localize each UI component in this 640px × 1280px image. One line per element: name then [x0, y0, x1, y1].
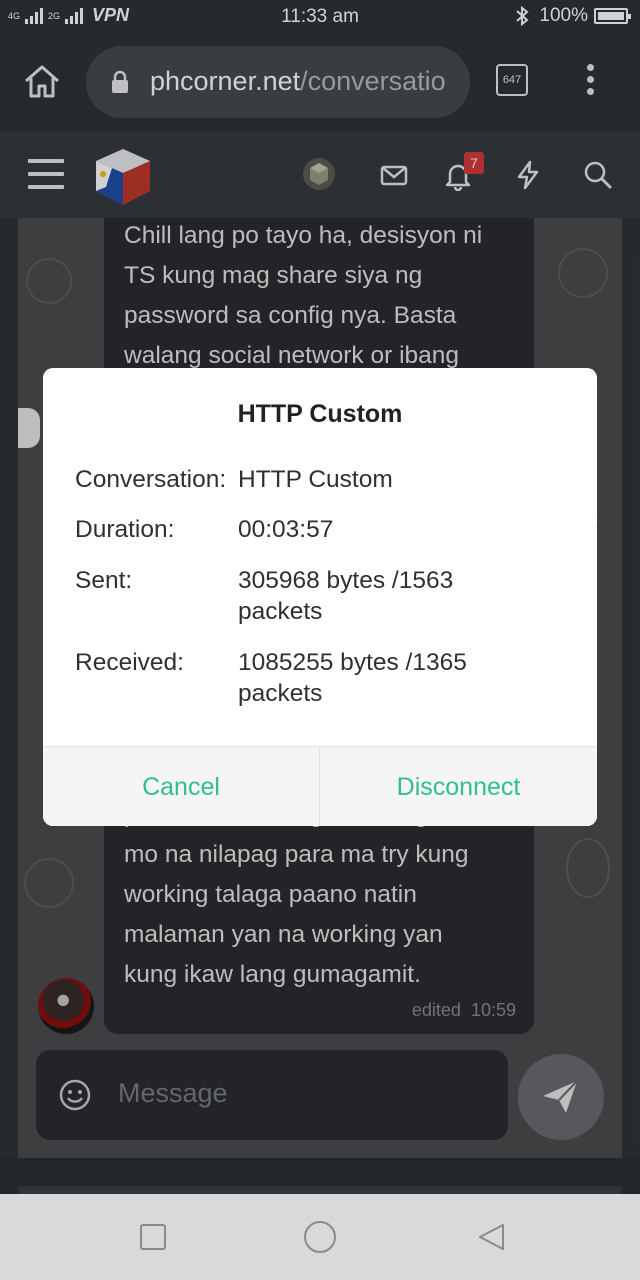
system-nav-bar [0, 1194, 640, 1280]
row-value: HTTP Custom [238, 466, 393, 493]
row-value: 1085255 bytes /1365 packets [238, 649, 467, 707]
disconnect-button[interactable]: Disconnect [320, 747, 597, 826]
row-label: Sent: [75, 567, 133, 594]
recents-icon[interactable] [136, 1220, 170, 1254]
row-value: 00:03:57 [238, 516, 334, 543]
row-label: Duration: [75, 516, 175, 543]
dialog-actions: Cancel Disconnect [43, 746, 597, 826]
dialog-title: HTTP Custom [237, 400, 403, 428]
row-label: Received: [75, 649, 184, 676]
home-circle-icon[interactable] [302, 1219, 338, 1255]
back-icon[interactable] [474, 1220, 508, 1254]
row-label: Conversation: [75, 466, 227, 493]
row-value: 305968 bytes /1563 packets [238, 567, 454, 625]
connection-dialog: HTTP Custom Conversation: HTTP Custom Du… [43, 368, 597, 826]
cancel-button[interactable]: Cancel [43, 747, 319, 826]
